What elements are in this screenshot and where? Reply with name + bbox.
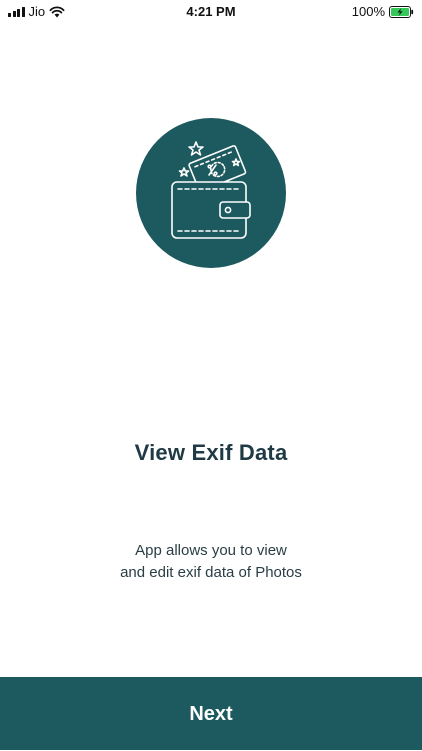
battery-charging-icon xyxy=(389,5,414,18)
battery-percentage: 100% xyxy=(351,4,385,19)
status-bar: Jio 4:21 PM 100% xyxy=(0,0,422,24)
description-line-2: and edit exif data of Photos xyxy=(120,564,302,581)
description: App allows you to view and edit exif dat… xyxy=(60,540,362,584)
page-title: View Exif Data xyxy=(134,440,288,465)
status-right: 100% xyxy=(352,4,414,19)
wallet-icon xyxy=(136,118,286,268)
description-line-1: App allows you to view xyxy=(135,542,287,559)
next-button[interactable]: Next xyxy=(0,677,422,750)
